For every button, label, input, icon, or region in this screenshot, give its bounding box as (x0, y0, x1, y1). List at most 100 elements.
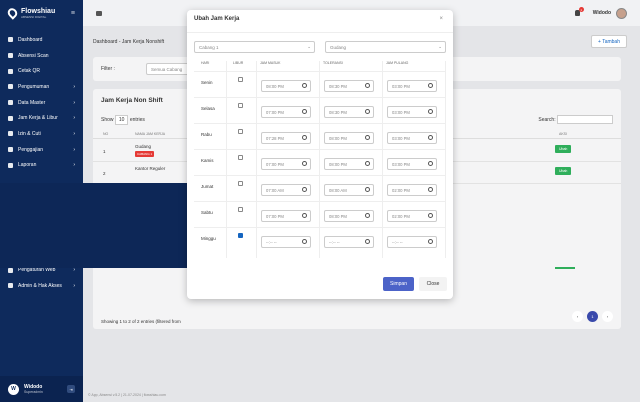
sidebar-item[interactable]: Cetak QR (0, 63, 83, 79)
header-out: JAM PULANG (386, 61, 409, 65)
edit-button[interactable]: Ubah (555, 167, 572, 175)
time-input-out[interactable]: 02:00 PM (387, 184, 437, 196)
logo-pin-icon (5, 6, 20, 20)
time-input-break[interactable]: 08:30 PM (324, 106, 374, 118)
day-off-checkbox[interactable] (238, 103, 243, 108)
time-input-break[interactable]: --:-- -- (324, 236, 374, 248)
edit-button[interactable]: Ubah (555, 145, 572, 153)
entries-label: entries (129, 117, 145, 123)
search-input[interactable] (557, 115, 613, 124)
logout-icon[interactable]: ⇥ (67, 385, 75, 393)
day-off-checkbox[interactable] (238, 129, 243, 134)
topbar-user-name[interactable]: Widodo (593, 10, 611, 16)
brand: Flowshiau ABSENSI DIGITAL ≡ (0, 0, 83, 26)
close-button[interactable]: Close (419, 277, 447, 291)
location-select[interactable]: Gudang ⌄ (325, 41, 446, 53)
day-off-checkbox[interactable] (238, 207, 243, 212)
sidebar-item[interactable]: Dashboard (0, 32, 83, 48)
save-button[interactable]: Simpan (383, 277, 414, 291)
table-title: Jam Kerja Non Shift (101, 97, 163, 104)
time-input-break[interactable]: 08:00 PM (324, 158, 374, 170)
chevron-right-icon: › (73, 282, 75, 289)
sidebar-item[interactable]: Penggajian › (0, 142, 83, 158)
menu-item-icon (8, 37, 13, 43)
entries-select[interactable]: 10 (114, 115, 129, 125)
page-button[interactable]: 1 (587, 311, 598, 322)
time-input-out[interactable]: 03:00 PM (387, 80, 437, 92)
day-off-checkbox[interactable] (238, 77, 243, 82)
time-input-out[interactable]: 03:00 PM (387, 106, 437, 118)
time-value: --:-- -- (392, 240, 403, 245)
sidebar-item-label: Absensi Scan (18, 52, 49, 59)
time-value: 03:00 PM (392, 162, 410, 167)
time-input-in[interactable]: 07:28 PM (261, 132, 311, 144)
time-input-break[interactable]: 08:00 PM (324, 132, 374, 144)
time-value: 08:00 PM (329, 162, 347, 167)
day-label: Senin (201, 80, 213, 85)
search: Search: (538, 115, 613, 124)
time-value: 03:00 PM (392, 110, 410, 115)
time-input-in[interactable]: --:-- -- (261, 236, 311, 248)
time-value: 02:00 PM (392, 214, 410, 219)
menu-item-icon (8, 147, 13, 153)
time-input-out[interactable]: 02:00 PM (387, 210, 437, 222)
sidebar-item[interactable]: Absensi Scan (0, 48, 83, 64)
time-input-in[interactable]: 08:00 PM (261, 80, 311, 92)
time-value: --:-- -- (266, 240, 277, 245)
add-button[interactable]: + Tambah (590, 35, 627, 48)
day-label: Kamis (201, 158, 214, 163)
time-value: 03:00 PM (392, 84, 410, 89)
bell-icon[interactable]: 1 (574, 7, 584, 16)
sidebar-item-label: Data Master (18, 99, 46, 106)
day-off-checkbox[interactable] (238, 155, 243, 160)
time-input-break[interactable]: 08:00 PM (324, 210, 374, 222)
next-page-button[interactable]: › (602, 311, 613, 322)
sidebar-item[interactable]: Jam Kerja & Libur › (0, 110, 83, 126)
time-input-in[interactable]: 07:00 PM (261, 210, 311, 222)
time-value: 07:00 PM (266, 214, 284, 219)
day-off-checkbox[interactable] (238, 233, 243, 238)
time-value: 07:00 PM (266, 110, 284, 115)
desktop-icon[interactable] (96, 10, 102, 16)
time-value: --:-- -- (329, 240, 340, 245)
menu-item-icon (8, 283, 13, 289)
time-input-break[interactable]: 08:00 AM (324, 184, 374, 196)
sidebar-item[interactable]: Admin & Hak Akses › (0, 278, 83, 294)
clock-icon (428, 135, 433, 140)
time-input-out[interactable]: 03:00 PM (387, 158, 437, 170)
sidebar-item[interactable]: Laporan › (0, 158, 83, 174)
close-icon[interactable]: × (439, 16, 443, 22)
row-no: 1 (103, 149, 106, 154)
sidebar-user-role: Superadmin (24, 390, 43, 394)
sidebar-overlay (0, 183, 187, 268)
chevron-down-icon: ⌄ (307, 44, 311, 49)
day-off-checkbox[interactable] (238, 181, 243, 186)
clock-icon (302, 187, 307, 192)
time-input-in[interactable]: 07:00 PM (261, 158, 311, 170)
sidebar-item[interactable]: Izin & Cuti › (0, 126, 83, 142)
clock-icon (428, 109, 433, 114)
time-value: 07:00 PM (266, 162, 284, 167)
clock-icon (428, 161, 433, 166)
header-action: AKSI (559, 132, 567, 136)
notification-count: 1 (578, 7, 584, 12)
time-input-out[interactable]: 03:00 PM (387, 132, 437, 144)
time-input-out[interactable]: --:-- -- (387, 236, 437, 248)
sidebar-item[interactable]: Pengumuman › (0, 79, 83, 95)
sidebar-item[interactable]: Data Master › (0, 95, 83, 111)
chevron-right-icon: › (73, 99, 75, 106)
time-input-break[interactable]: 08:30 PM (324, 80, 374, 92)
prev-page-button[interactable]: ‹ (572, 311, 583, 322)
topbar-avatar[interactable] (616, 7, 627, 19)
header-in: JAM MASUK (260, 61, 281, 65)
time-value: 03:00 PM (392, 136, 410, 141)
show-label: Show (101, 117, 114, 123)
time-input-in[interactable]: 07:00 PM (261, 106, 311, 118)
breadcrumb: Dashboard - Jam Kerja Nonshift (93, 39, 165, 45)
menu-item-icon (8, 131, 13, 137)
branch-select[interactable]: Cabang 1 ⌄ (194, 41, 315, 53)
menu-toggle-icon[interactable]: ≡ (71, 10, 75, 17)
sidebar-user: W Widodo Superadmin ⇥ (0, 376, 83, 402)
time-value: 08:00 PM (329, 214, 347, 219)
time-input-in[interactable]: 07:00 AM (261, 184, 311, 196)
